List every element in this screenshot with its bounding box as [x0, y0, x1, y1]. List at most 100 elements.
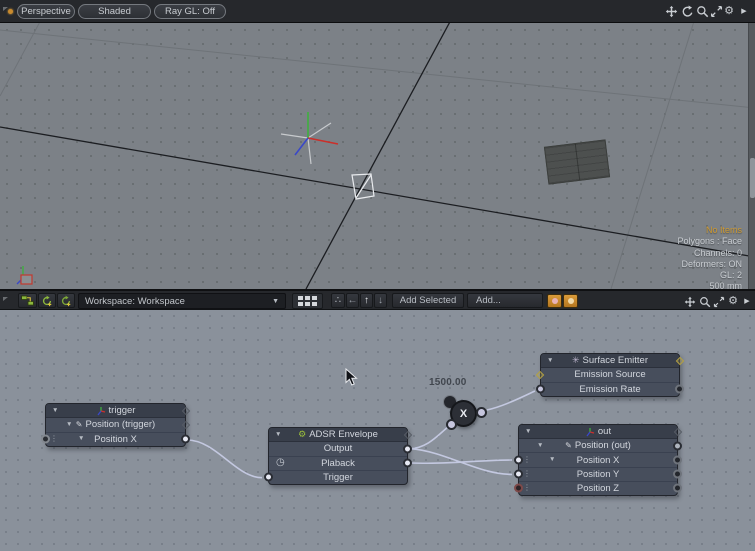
node-title: out	[598, 426, 611, 437]
node-trigger-header[interactable]: ▼ trigger	[46, 404, 185, 418]
mesh-box-object[interactable]	[544, 139, 610, 184]
pencil-icon: ✎	[565, 442, 572, 450]
output-connector[interactable]	[673, 470, 682, 479]
input-connector[interactable]	[514, 484, 523, 493]
emitter-burst-icon: ✳	[572, 356, 580, 365]
output-connector[interactable]	[675, 385, 684, 394]
input-connector[interactable]	[264, 473, 273, 482]
node-adsr-row-output[interactable]: Output	[269, 442, 407, 456]
schematic-canvas[interactable]: ▼ trigger ▼ ✎ Position (trigger) ⋮ ▼ Pos…	[0, 310, 755, 551]
input-connector[interactable]	[514, 470, 523, 479]
maximize-panel-icon[interactable]	[709, 4, 723, 19]
raygl-button[interactable]: Ray GL: Off	[154, 4, 226, 19]
schematic-more-icon[interactable]: ▶	[740, 293, 754, 308]
node-adsr-header[interactable]: ▼ ⚙ ADSR Envelope	[269, 428, 407, 442]
refresh-add-button[interactable]	[38, 293, 56, 308]
collapse-triangle-icon[interactable]: ▼	[66, 422, 72, 429]
collapse-triangle-icon[interactable]: ▼	[549, 457, 555, 464]
schematic-toolbar: Workspace: Workspace ▼ ∴ ← ↑ ↓ Add Selec…	[0, 289, 755, 310]
viewport-settings-gear-icon[interactable]: ⚙	[722, 3, 736, 18]
node-out-header[interactable]: ▼ out	[519, 425, 677, 439]
hierarchy-button[interactable]: ∴	[331, 293, 345, 308]
collapse-triangle-icon[interactable]: ▼	[547, 357, 553, 364]
channel-label: Output	[324, 443, 353, 454]
panel-corner-icon[interactable]	[3, 297, 8, 301]
node-emitter-header[interactable]: ▼ ✳ Surface Emitter	[541, 354, 679, 368]
hud-grid-scale: 500 mm	[677, 281, 742, 289]
add-button[interactable]: Add...	[467, 293, 543, 308]
pan-icon[interactable]	[683, 294, 697, 309]
3d-viewport[interactable]: No Items Polygons : Face Channels: 0 Def…	[0, 23, 755, 289]
add-selected-button[interactable]: Add Selected	[392, 293, 464, 308]
workspace-selector-label: Workspace: Workspace	[85, 296, 185, 307]
node-trigger[interactable]: ▼ trigger ▼ ✎ Position (trigger) ⋮ ▼ Pos…	[45, 403, 186, 447]
output-connector[interactable]	[673, 441, 682, 450]
input-connector[interactable]	[514, 456, 523, 465]
viewport-more-icon[interactable]: ▶	[737, 3, 751, 18]
chevron-down-icon: ▼	[272, 298, 279, 305]
maximize-panel-icon[interactable]	[712, 294, 726, 309]
workspace-selector-dropdown[interactable]: Workspace: Workspace ▼	[78, 293, 286, 309]
collapse-triangle-icon[interactable]: ▼	[275, 431, 281, 438]
node-title: Surface Emitter	[583, 355, 648, 366]
schematic-settings-gear-icon[interactable]: ⚙	[726, 293, 740, 308]
application-window: Perspective Shaded Ray GL: Off ⚙ ▶	[0, 0, 755, 551]
overlay-toggle-button-1[interactable]	[547, 294, 562, 308]
workspace-schematic-button[interactable]	[18, 293, 37, 308]
pencil-icon: ✎	[76, 421, 83, 429]
node-title: trigger	[109, 405, 136, 416]
scrollbar-handle[interactable]	[750, 158, 755, 198]
nav-up-button[interactable]: ↑	[360, 293, 373, 308]
mouse-cursor	[345, 368, 358, 387]
node-trigger-row-position[interactable]: ▼ ✎ Position (trigger)	[46, 418, 185, 432]
hud-gl: GL: 2	[677, 270, 742, 281]
zoom-view-icon[interactable]	[698, 294, 712, 309]
input-connector[interactable]	[41, 435, 50, 444]
output-connector[interactable]	[673, 484, 682, 493]
viewport-scrollbar[interactable]	[748, 23, 755, 289]
node-emitter-row-rate[interactable]: Emission Rate	[541, 383, 679, 396]
node-out-row-position[interactable]: ▼ ✎ Position (out)	[519, 439, 677, 453]
axis-channel-icon	[585, 427, 595, 437]
output-connector[interactable]	[673, 456, 682, 465]
input-connector[interactable]	[536, 385, 545, 394]
modifier-gear-icon: ⚙	[298, 430, 306, 439]
hud-polygons: Polygons : Face	[677, 236, 742, 247]
collapse-triangle-icon[interactable]: ▼	[537, 443, 543, 450]
channel-label: Position (out)	[575, 440, 631, 451]
multiply-input-connector[interactable]	[446, 419, 457, 430]
channel-label: Emission Source	[574, 369, 645, 380]
node-trigger-row-position-x[interactable]: ⋮ ▼ Position X	[46, 433, 185, 446]
output-connector[interactable]	[181, 435, 190, 444]
multiply-output-connector[interactable]	[476, 407, 487, 418]
shading-mode-button[interactable]: Shaded	[78, 4, 151, 19]
node-adsr-envelope[interactable]: ▼ ⚙ ADSR Envelope Output ◷ Plaback Trigg…	[268, 427, 408, 485]
node-emitter-row-source[interactable]: Emission Source	[541, 368, 679, 382]
channel-dots-icon: ⋮	[523, 456, 531, 464]
nav-back-button[interactable]: ←	[346, 293, 359, 308]
nav-down-button[interactable]: ↓	[374, 293, 387, 308]
view-mode-button[interactable]: Perspective	[17, 4, 75, 19]
node-out-row-position-z[interactable]: ⋮ Position Z	[519, 482, 677, 495]
node-out[interactable]: ▼ out ▼ ✎ Position (out) ⋮ ▼ Position X	[518, 424, 678, 496]
channel-label: Emission Rate	[579, 384, 640, 395]
zoom-view-icon[interactable]	[695, 4, 709, 19]
refresh-add-alt-button[interactable]	[57, 293, 75, 308]
output-connector[interactable]	[403, 444, 412, 453]
channel-label: Plaback	[321, 458, 355, 469]
layout-grid-button[interactable]	[292, 293, 323, 309]
collapse-triangle-icon[interactable]: ▼	[78, 436, 84, 443]
pan-icon[interactable]	[664, 4, 678, 19]
output-connector[interactable]	[403, 459, 412, 468]
node-out-row-position-y[interactable]: ⋮ Position Y	[519, 468, 677, 482]
rotate-view-icon[interactable]	[680, 4, 694, 19]
channel-label: Position Z	[577, 483, 619, 494]
collapse-triangle-icon[interactable]: ▼	[52, 407, 58, 414]
overlay-toggle-button-2[interactable]	[563, 294, 578, 308]
node-adsr-row-plaback[interactable]: ◷ Plaback	[269, 457, 407, 471]
node-out-row-position-x[interactable]: ⋮ ▼ Position X	[519, 453, 677, 467]
node-adsr-row-trigger[interactable]: Trigger	[269, 471, 407, 484]
node-surface-emitter[interactable]: ▼ ✳ Surface Emitter Emission Source Emis…	[540, 353, 680, 397]
collapse-triangle-icon[interactable]: ▼	[525, 428, 531, 435]
hud-deformers: Deformers: ON	[677, 259, 742, 270]
